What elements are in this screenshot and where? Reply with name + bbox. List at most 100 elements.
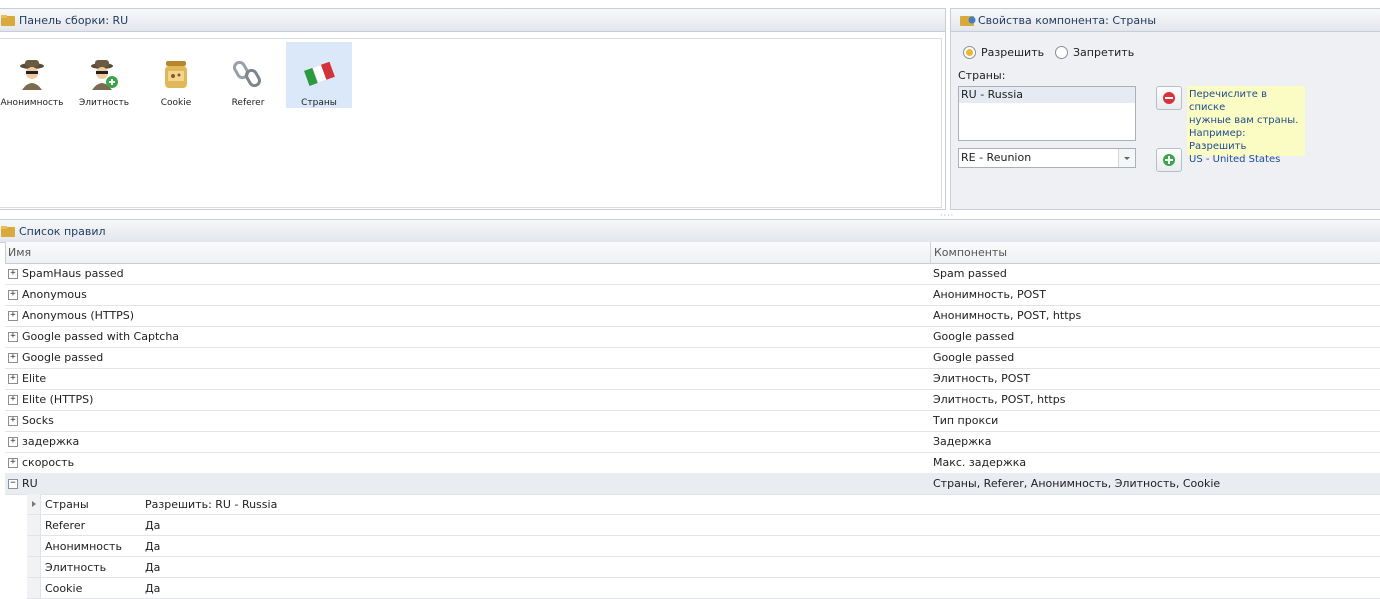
detail-row[interactable]: Анонимность Да <box>27 536 1380 557</box>
radio-unchecked-icon <box>1055 46 1068 59</box>
tile-cookie[interactable]: Cookie <box>143 42 209 108</box>
rule-name: Google passed with Captcha <box>22 330 180 343</box>
hint-line: US - United States <box>1189 154 1281 165</box>
countries-listbox[interactable]: RU - Russia <box>958 86 1136 141</box>
properties-panel-title: Свойства компонента: Страны <box>978 13 1157 27</box>
rule-components: Макс. задержка <box>933 456 1027 469</box>
rule-components: Элитность, POST, https <box>933 393 1066 406</box>
expand-icon[interactable]: + <box>8 353 18 363</box>
expand-icon[interactable]: + <box>8 311 18 321</box>
collapse-icon[interactable]: − <box>8 479 18 489</box>
spy-agent-icon <box>20 60 44 90</box>
expand-icon[interactable]: + <box>8 332 18 342</box>
properties-panel: Свойства компонента: Страны Разрешить За… <box>950 8 1380 210</box>
rule-components: Google passed <box>933 330 1015 343</box>
rule-name: Socks <box>22 414 54 427</box>
detail-key: Referer <box>45 519 86 532</box>
column-header-name[interactable]: Имя <box>8 246 31 259</box>
tile-anonymity[interactable]: Анонимность <box>0 42 65 108</box>
add-country-button[interactable] <box>1156 148 1182 172</box>
rule-components: Элитность, POST <box>933 372 1031 385</box>
table-row[interactable]: + Socks Тип прокси <box>5 410 1380 432</box>
expand-icon[interactable]: + <box>8 395 18 405</box>
detail-key: Cookie <box>45 582 83 595</box>
table-row[interactable]: + Anonymous Анонимность, POST <box>5 284 1380 306</box>
table-row[interactable]: + скорость Макс. задержка <box>5 452 1380 474</box>
detail-value: Разрешить: RU - Russia <box>145 498 278 511</box>
grid-header: Имя Компоненты <box>5 242 1380 264</box>
detail-row[interactable]: Страны Разрешить: RU - Russia <box>27 494 1380 515</box>
detail-row[interactable]: Элитность Да <box>27 557 1380 578</box>
panel-splitter[interactable]: ···· <box>0 209 1380 220</box>
assembly-panel-title: Панель сборки: RU <box>19 13 129 27</box>
expand-icon[interactable]: + <box>8 374 18 384</box>
detail-key: Страны <box>45 498 89 511</box>
detail-row[interactable]: Cookie Да <box>27 578 1380 599</box>
row-indicator <box>27 536 41 556</box>
tile-referer[interactable]: Referer <box>215 42 281 108</box>
radio-allow[interactable]: Разрешить <box>963 46 1044 59</box>
row-pointer-icon <box>32 501 36 507</box>
radio-checked-icon <box>963 46 976 59</box>
country-select[interactable]: RE - Reunion <box>958 148 1136 168</box>
rule-components: Страны, Referer, Анонимность, Элитность,… <box>933 477 1221 490</box>
radio-allow-label: Разрешить <box>981 46 1045 59</box>
expand-icon[interactable]: + <box>8 437 18 447</box>
tile-countries[interactable]: Страны <box>286 42 352 108</box>
plus-circle-icon <box>1163 154 1175 166</box>
minus-circle-icon <box>1163 92 1175 104</box>
tile-label: Referer <box>231 98 265 108</box>
tile-label: Элитность <box>78 98 129 108</box>
rule-name: скорость <box>22 456 75 469</box>
hint-line: Например: <box>1189 128 1246 139</box>
chain-link-icon <box>233 60 261 88</box>
rule-components: Анонимность, POST, https <box>933 309 1082 322</box>
rule-components: Анонимность, POST <box>933 288 1046 301</box>
hint-line: Перечислите в списке <box>1189 89 1268 113</box>
flag-icon <box>304 61 335 86</box>
rule-name: Elite (HTTPS) <box>22 393 94 406</box>
dropdown-arrow-button[interactable] <box>1118 149 1135 167</box>
rules-panel: Список правил Имя Компоненты + SpamHaus … <box>0 219 1380 599</box>
folder-icon <box>1 14 15 26</box>
countries-label: Страны: <box>958 69 1006 82</box>
rule-components: Тип прокси <box>933 414 999 427</box>
tile-label: Страны <box>301 98 337 108</box>
detail-value: Да <box>145 519 161 532</box>
detail-key: Анонимность <box>45 540 122 553</box>
tile-label: Cookie <box>160 98 192 108</box>
detail-row[interactable]: Referer Да <box>27 515 1380 536</box>
remove-country-button[interactable] <box>1156 86 1182 110</box>
expand-icon[interactable]: + <box>8 458 18 468</box>
table-row[interactable]: + Google passed with Captcha Google pass… <box>5 326 1380 348</box>
row-indicator <box>27 494 41 514</box>
hint-box: Перечислите в списке нужные вам страны. … <box>1187 86 1305 165</box>
table-row-expanded[interactable]: − RU Страны, Referer, Анонимность, Элитн… <box>5 473 1380 495</box>
spy-agent-add-icon <box>91 60 118 90</box>
radio-deny[interactable]: Запретить <box>1055 46 1134 59</box>
chevron-down-icon <box>1124 157 1130 160</box>
table-row[interactable]: + Anonymous (HTTPS) Анонимность, POST, h… <box>5 305 1380 327</box>
table-row[interactable]: + Elite Элитность, POST <box>5 368 1380 390</box>
table-row[interactable]: + Google passed Google passed <box>5 347 1380 369</box>
countries-list-item[interactable]: RU - Russia <box>959 87 1135 103</box>
table-row[interactable]: + задержка Задержка <box>5 431 1380 453</box>
assembly-panel: Панель сборки: RU Анонимность Элитность … <box>0 8 946 210</box>
rule-components: Spam passed <box>933 267 1007 280</box>
hint-line: Разрешить <box>1189 141 1247 152</box>
folder-settings-icon <box>960 15 976 26</box>
assembly-canvas[interactable]: Анонимность Элитность Cookie Referer Стр… <box>0 38 942 208</box>
detail-key: Элитность <box>45 561 107 574</box>
expand-icon[interactable]: + <box>8 290 18 300</box>
table-row[interactable]: + SpamHaus passed Spam passed <box>5 263 1380 285</box>
detail-value: Да <box>145 540 161 553</box>
rules-panel-title: Список правил <box>19 224 106 238</box>
hint-line: нужные вам страны. <box>1189 115 1299 126</box>
row-indicator <box>27 515 41 535</box>
expand-icon[interactable]: + <box>8 269 18 279</box>
expand-icon[interactable]: + <box>8 416 18 426</box>
rule-components: Задержка <box>933 435 992 448</box>
column-header-components[interactable]: Компоненты <box>934 246 1007 259</box>
table-row[interactable]: + Elite (HTTPS) Элитность, POST, https <box>5 389 1380 411</box>
tile-elite[interactable]: Элитность <box>71 42 137 108</box>
